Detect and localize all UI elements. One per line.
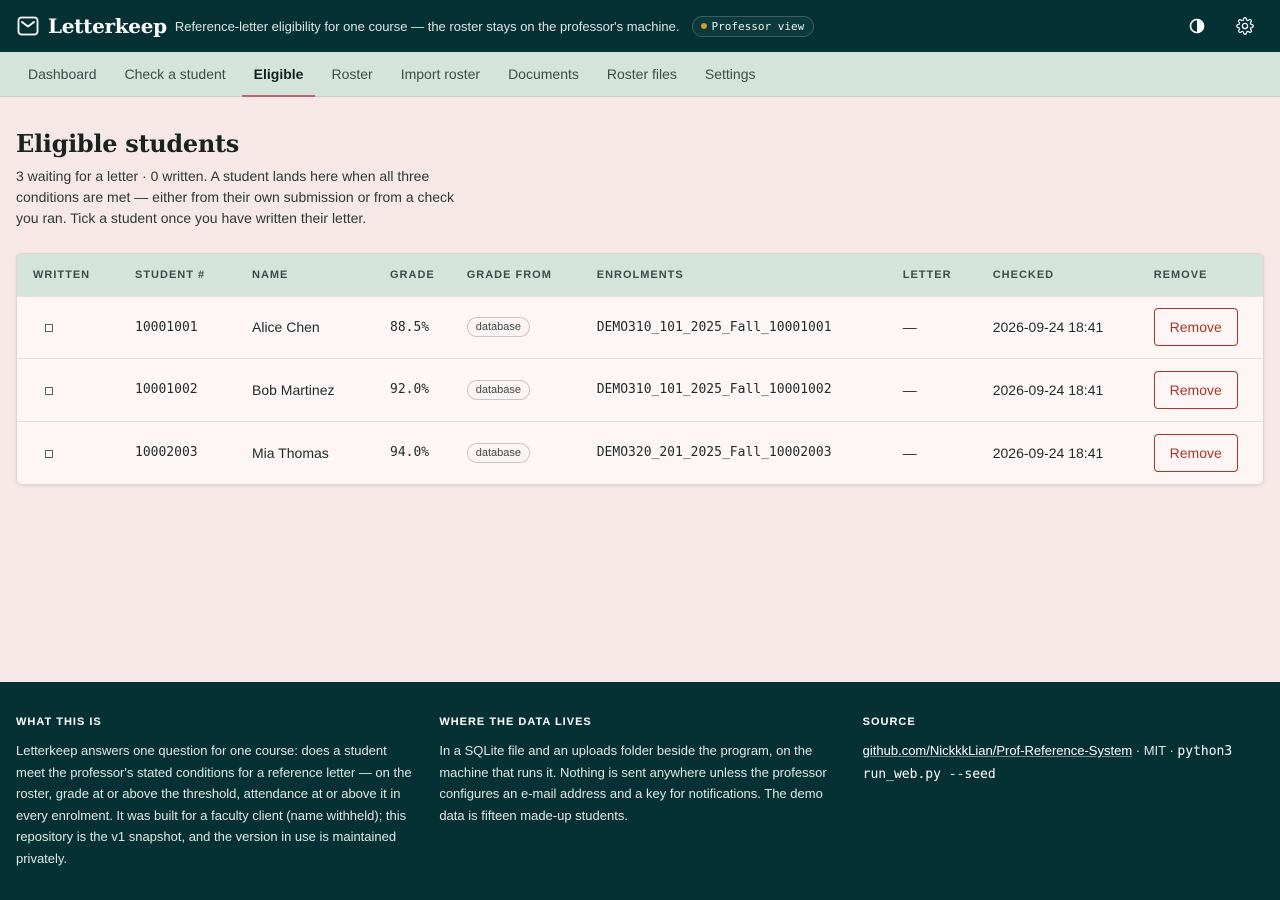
checked-timestamp: 2026-09-24 18:41 bbox=[992, 381, 1104, 398]
enrolment-id: DEMO310_101_2025_Fall_10001001 bbox=[596, 319, 832, 335]
student-grade: 92.0% bbox=[390, 382, 430, 398]
footer-source-title: SOURCE bbox=[862, 716, 916, 728]
main-content: Eligible students 3 waiting for a letter… bbox=[16, 97, 1264, 485]
table-row: 10001001 Alice Chen 88.5% database DEMO3… bbox=[17, 296, 1263, 359]
student-number: 10001002 bbox=[135, 382, 198, 398]
student-number: 10001001 bbox=[135, 319, 198, 335]
grade-source-badge: database bbox=[466, 317, 530, 338]
status-dot-icon bbox=[700, 23, 707, 29]
main-nav: Dashboard Check a student Eligible Roste… bbox=[0, 52, 1280, 97]
footer-what-text: Letterkeep answers one question for one … bbox=[16, 743, 412, 866]
enrolment-id: DEMO310_101_2025_Fall_10001002 bbox=[596, 382, 832, 398]
student-name: Bob Martinez bbox=[252, 381, 335, 398]
student-grade: 88.5% bbox=[390, 319, 430, 335]
written-cell bbox=[17, 359, 119, 422]
nav-roster-files[interactable]: Roster files bbox=[595, 52, 689, 96]
written-checkbox[interactable] bbox=[45, 449, 53, 458]
student-name: Alice Chen bbox=[252, 319, 320, 336]
footer-where: WHERE THE DATA LIVES In a SQLite file an… bbox=[439, 716, 840, 900]
nav-settings[interactable]: Settings bbox=[693, 52, 768, 96]
footer-what-title: WHAT THIS IS bbox=[16, 716, 102, 728]
top-actions bbox=[1186, 15, 1264, 37]
footer-where-text: In a SQLite file and an uploads folder b… bbox=[439, 743, 827, 823]
table-row: 10002003 Mia Thomas 94.0% database DEMO3… bbox=[17, 421, 1263, 484]
header-written: WRITTEN bbox=[33, 268, 91, 281]
nav-documents[interactable]: Documents bbox=[496, 52, 591, 96]
written-cell bbox=[17, 296, 119, 359]
header-student-no: STUDENT # bbox=[135, 268, 206, 281]
page-title: Eligible students bbox=[16, 129, 239, 158]
eligible-table: WRITTEN STUDENT # NAME GRADE GRADE FROM … bbox=[17, 254, 1263, 484]
brand[interactable]: Letterkeep bbox=[16, 14, 167, 38]
grade-source-badge: database bbox=[466, 442, 530, 463]
tagline: Reference-letter eligibility for one cou… bbox=[174, 18, 680, 34]
nav-check-student[interactable]: Check a student bbox=[113, 52, 238, 96]
grade-from-cell: database bbox=[451, 296, 581, 359]
contrast-icon[interactable] bbox=[1186, 15, 1208, 37]
page-description: 3 waiting for a letter · 0 written. A st… bbox=[16, 168, 455, 226]
written-checkbox[interactable] bbox=[45, 324, 53, 333]
grade-from-cell: database bbox=[451, 421, 581, 484]
mail-icon bbox=[16, 14, 40, 38]
student-name: Mia Thomas bbox=[252, 444, 329, 461]
eligible-table-card: WRITTEN STUDENT # NAME GRADE GRADE FROM … bbox=[16, 253, 1264, 485]
header-grade-from: GRADE FROM bbox=[466, 268, 552, 281]
remove-button[interactable]: Remove bbox=[1153, 433, 1238, 472]
role-badge-label: Professor view bbox=[711, 19, 805, 33]
nav-dashboard[interactable]: Dashboard bbox=[16, 52, 109, 96]
top-bar: Letterkeep Reference-letter eligibility … bbox=[0, 0, 1280, 52]
gear-icon[interactable] bbox=[1234, 15, 1256, 37]
checked-timestamp: 2026-09-24 18:41 bbox=[992, 444, 1104, 461]
footer-what: WHAT THIS IS Letterkeep answers one ques… bbox=[16, 716, 417, 900]
nav-import-roster[interactable]: Import roster bbox=[389, 52, 492, 96]
table-header-row: WRITTEN STUDENT # NAME GRADE GRADE FROM … bbox=[17, 254, 1263, 296]
footer-where-title: WHERE THE DATA LIVES bbox=[439, 716, 592, 728]
written-checkbox[interactable] bbox=[45, 386, 53, 395]
footer-source: SOURCE github.com/NickkkLian/Prof-Refere… bbox=[863, 716, 1264, 900]
app-name: Letterkeep bbox=[48, 14, 167, 38]
header-grade: GRADE bbox=[390, 268, 435, 281]
remove-cell: Remove bbox=[1138, 296, 1263, 359]
footer: WHAT THIS IS Letterkeep answers one ques… bbox=[0, 682, 1280, 900]
letter-status: — bbox=[902, 444, 917, 461]
header-checked: CHECKED bbox=[992, 268, 1055, 281]
remove-cell: Remove bbox=[1138, 421, 1263, 484]
remove-cell: Remove bbox=[1138, 359, 1263, 422]
nav-roster[interactable]: Roster bbox=[319, 52, 384, 96]
footer-source-text: github.com/NickkkLian/Prof-Reference-Sys… bbox=[863, 740, 1264, 785]
remove-button[interactable]: Remove bbox=[1153, 308, 1238, 347]
enrolment-id: DEMO320_201_2025_Fall_10002003 bbox=[596, 445, 832, 460]
repo-link[interactable]: github.com/NickkkLian/Prof-Reference-Sys… bbox=[863, 743, 1133, 758]
written-cell bbox=[17, 421, 119, 484]
header-remove: REMOVE bbox=[1153, 268, 1208, 281]
grade-source-badge: database bbox=[466, 379, 530, 400]
role-badge: Professor view bbox=[691, 15, 815, 37]
remove-button[interactable]: Remove bbox=[1153, 370, 1238, 409]
license-separator: · MIT · bbox=[1132, 743, 1178, 758]
letter-status: — bbox=[902, 381, 917, 398]
header-letter: LETTER bbox=[902, 268, 952, 281]
nav-eligible[interactable]: Eligible bbox=[241, 52, 316, 97]
student-grade: 94.0% bbox=[390, 445, 430, 460]
table-row: 10001002 Bob Martinez 92.0% database DEM… bbox=[17, 358, 1263, 422]
header-name: NAME bbox=[252, 268, 289, 281]
checked-timestamp: 2026-09-24 18:41 bbox=[992, 319, 1104, 336]
header-enrolments: ENROLMENTS bbox=[596, 268, 684, 281]
grade-from-cell: database bbox=[451, 359, 581, 422]
student-number: 10002003 bbox=[135, 445, 198, 460]
letter-status: — bbox=[902, 319, 917, 336]
